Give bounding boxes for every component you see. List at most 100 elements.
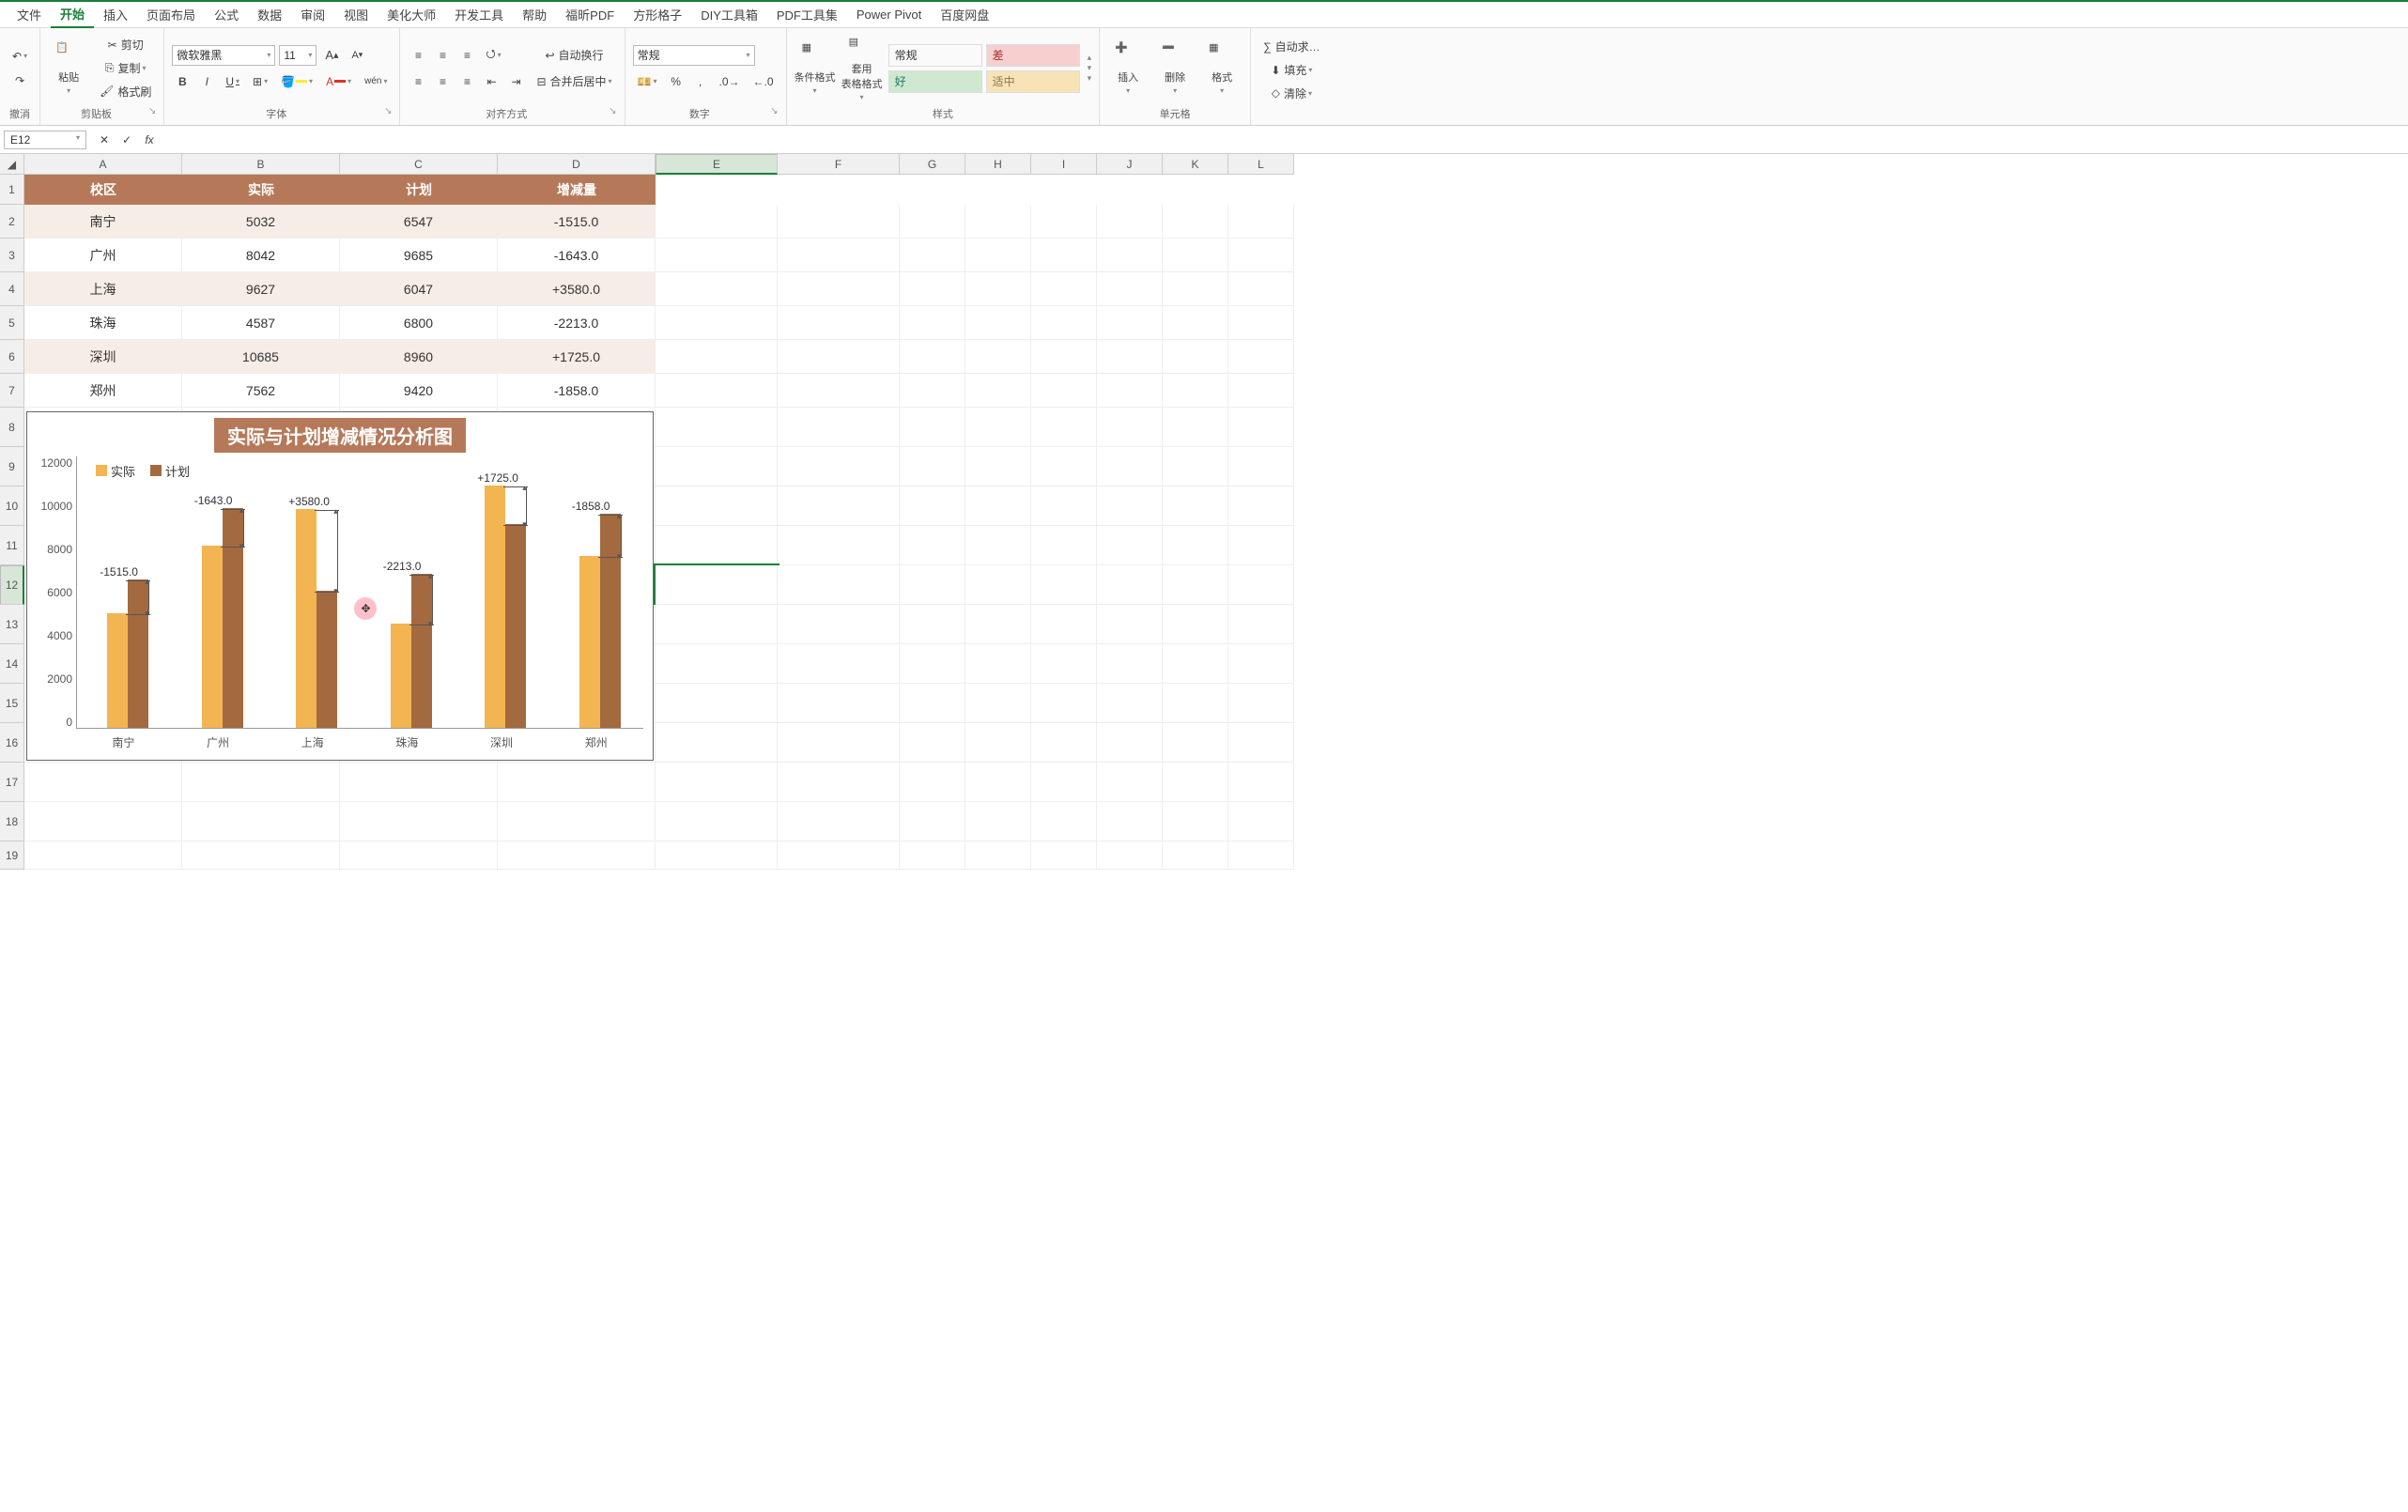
comma-button[interactable]: , (690, 71, 711, 92)
cell[interactable] (1031, 841, 1097, 870)
cell[interactable] (900, 340, 965, 374)
cell[interactable] (900, 205, 965, 239)
style-good[interactable]: 好 (888, 70, 982, 93)
cell[interactable] (1097, 723, 1163, 763)
cell[interactable] (1228, 447, 1294, 486)
row-header-9[interactable]: 9 (0, 447, 24, 486)
cell[interactable] (340, 841, 498, 870)
cell[interactable] (965, 841, 1031, 870)
cell[interactable] (1097, 306, 1163, 340)
cell[interactable] (1097, 802, 1163, 841)
col-header-L[interactable]: L (1228, 154, 1294, 175)
cell[interactable] (1097, 565, 1163, 605)
cell[interactable] (1097, 272, 1163, 306)
cell[interactable] (1031, 374, 1097, 408)
cell-styles-gallery[interactable]: 常规 差 好 适中 (888, 44, 1080, 93)
cell[interactable] (1228, 175, 1294, 205)
cell[interactable] (778, 447, 900, 486)
table-cell[interactable]: -1643.0 (498, 239, 656, 272)
font-name-select[interactable]: 微软雅黑 ▾ (172, 45, 275, 66)
tab-Power Pivot[interactable]: Power Pivot (847, 4, 931, 25)
cell[interactable] (1031, 565, 1097, 605)
align-top-button[interactable]: ≡ (408, 45, 428, 66)
tab-DIY工具箱[interactable]: DIY工具箱 (691, 2, 767, 27)
row-header-2[interactable]: 2 (0, 205, 24, 239)
table-format-button[interactable]: ▤ 套用 表格格式▾ (841, 36, 883, 101)
table-header[interactable]: 计划 (340, 175, 498, 205)
cell[interactable] (900, 684, 965, 723)
cell[interactable] (656, 374, 778, 408)
cell[interactable] (340, 763, 498, 802)
tab-百度网盘[interactable]: 百度网盘 (931, 2, 998, 27)
bar-plan[interactable] (128, 579, 148, 728)
cell[interactable] (498, 763, 656, 802)
table-cell[interactable]: 深圳 (24, 340, 182, 374)
bar-actual[interactable] (107, 613, 128, 728)
cell[interactable] (656, 526, 778, 565)
borders-button[interactable]: ⊞ (248, 71, 272, 92)
cell[interactable] (1228, 841, 1294, 870)
cell[interactable] (1228, 306, 1294, 340)
tab-美化大师[interactable]: 美化大师 (378, 2, 445, 27)
delete-cells-button[interactable]: ➖删除▾ (1154, 36, 1196, 101)
cell[interactable] (778, 272, 900, 306)
font-launcher-icon[interactable]: ↘ (380, 106, 392, 116)
table-header[interactable]: 增减量 (498, 175, 656, 205)
cell[interactable] (965, 486, 1031, 526)
cell[interactable] (900, 306, 965, 340)
cell[interactable] (1228, 565, 1294, 605)
alignment-launcher-icon[interactable]: ↘ (605, 106, 616, 116)
cell[interactable] (656, 605, 778, 644)
select-all-corner[interactable]: ◢ (0, 154, 24, 175)
cell[interactable] (900, 486, 965, 526)
cell[interactable] (1097, 239, 1163, 272)
align-center-button[interactable]: ≡ (432, 71, 453, 92)
increase-decimal-button[interactable]: .0→ (715, 71, 745, 92)
fill-color-button[interactable]: 🪣 (276, 71, 317, 92)
cell[interactable] (1163, 841, 1228, 870)
cell[interactable] (656, 565, 778, 605)
row-header-7[interactable]: 7 (0, 374, 24, 408)
cell[interactable] (900, 175, 965, 205)
col-header-C[interactable]: C (340, 154, 498, 175)
cell[interactable] (656, 306, 778, 340)
cell[interactable] (900, 374, 965, 408)
cell[interactable] (1031, 684, 1097, 723)
cell[interactable] (965, 565, 1031, 605)
row-header-17[interactable]: 17 (0, 763, 24, 802)
tab-开始[interactable]: 开始 (51, 1, 94, 28)
cell[interactable] (1163, 205, 1228, 239)
cell[interactable] (498, 841, 656, 870)
cell[interactable] (900, 239, 965, 272)
cell[interactable] (965, 763, 1031, 802)
table-cell[interactable]: 9420 (340, 374, 498, 408)
col-header-K[interactable]: K (1163, 154, 1228, 175)
cell[interactable] (965, 175, 1031, 205)
cell[interactable] (656, 644, 778, 684)
cut-button[interactable]: ✂ 剪切 (95, 36, 156, 55)
cell[interactable] (778, 340, 900, 374)
cell[interactable] (656, 802, 778, 841)
cell[interactable] (656, 340, 778, 374)
cell[interactable] (900, 644, 965, 684)
cell[interactable] (1228, 763, 1294, 802)
cell[interactable] (1031, 644, 1097, 684)
cell[interactable] (1097, 526, 1163, 565)
percent-button[interactable]: % (666, 71, 687, 92)
row-header-13[interactable]: 13 (0, 605, 24, 644)
tab-帮助[interactable]: 帮助 (513, 2, 556, 27)
cell[interactable] (965, 272, 1031, 306)
cell[interactable] (1031, 175, 1097, 205)
wrap-text-button[interactable]: ↩ 自动换行 (532, 45, 616, 66)
cell[interactable] (182, 841, 340, 870)
col-header-A[interactable]: A (24, 154, 182, 175)
cell[interactable] (340, 802, 498, 841)
cell[interactable] (778, 565, 900, 605)
bar-plan[interactable] (316, 591, 337, 728)
underline-button[interactable]: U (221, 71, 244, 92)
name-box[interactable]: E12▾ (4, 131, 86, 149)
align-middle-button[interactable]: ≡ (432, 45, 453, 66)
table-cell[interactable]: -1858.0 (498, 374, 656, 408)
italic-button[interactable]: I (196, 71, 217, 92)
cell[interactable] (656, 408, 778, 447)
